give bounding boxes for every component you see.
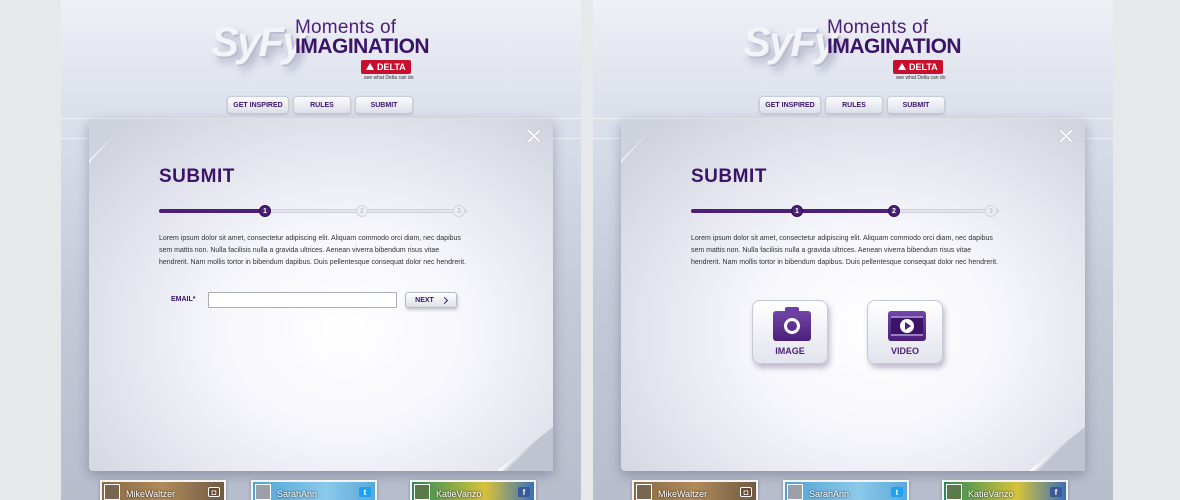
page-title: SUBMIT: [159, 166, 235, 187]
brand-logo: SyFy: [743, 18, 837, 65]
post-author: SarahAnn: [277, 489, 318, 499]
avatar: [104, 484, 120, 500]
next-label: NEXT: [415, 296, 434, 304]
page-curl: [497, 427, 553, 471]
sponsor-badge: DELTA: [361, 60, 411, 74]
facebook-icon: f: [518, 487, 530, 497]
sponsor-tagline: see what Delta can do: [896, 75, 946, 81]
social-post-thumbnail[interactable]: KatieVanzo f: [942, 480, 1068, 500]
facebook-icon: f: [1050, 487, 1062, 497]
submit-panel-step-2: SyFy Moments of IMAGINATION DELTA see wh…: [593, 0, 1113, 500]
instructions-text: Lorem ipsum dolor sit amet, consectetur …: [159, 235, 467, 266]
main-nav: GET INSPIRED RULES SUBMIT: [227, 96, 413, 114]
logo-line-2: IMAGINATION: [827, 35, 962, 58]
post-author: SarahAnn: [809, 489, 850, 499]
social-post-thumbnail[interactable]: KatieVanzo f: [410, 480, 536, 500]
post-author: MikeWaltzer: [658, 489, 708, 499]
nav-rules[interactable]: RULES: [825, 96, 883, 114]
logo[interactable]: SyFy Moments of IMAGINATION DELTA see wh…: [211, 14, 441, 86]
social-post-thumbnail[interactable]: SarahAnn t: [783, 480, 909, 500]
social-post-thumbnail[interactable]: SarahAnn t: [251, 480, 377, 500]
step-indicator-1: 1: [791, 205, 803, 217]
page-curl: [621, 119, 661, 163]
video-label: VIDEO: [890, 346, 919, 356]
instructions-text: Lorem ipsum dolor sit amet, consectetur …: [691, 235, 999, 266]
avatar: [255, 484, 271, 500]
email-field[interactable]: [208, 292, 397, 308]
nav-get-inspired[interactable]: GET INSPIRED: [759, 96, 821, 114]
next-button[interactable]: NEXT: [405, 292, 457, 308]
nav-get-inspired[interactable]: GET INSPIRED: [227, 96, 289, 114]
logo[interactable]: SyFy Moments of IMAGINATION DELTA see wh…: [743, 14, 973, 86]
avatar: [414, 484, 430, 500]
avatar: [946, 484, 962, 500]
post-author: KatieVanzo: [968, 489, 1014, 499]
main-nav: GET INSPIRED RULES SUBMIT: [759, 96, 945, 114]
brand-logo: SyFy: [211, 18, 305, 65]
submit-card: SUBMIT 1 2 3 Lorem ipsum dolor sit amet,…: [89, 119, 553, 471]
post-author: MikeWaltzer: [126, 489, 176, 499]
close-icon[interactable]: [1059, 129, 1073, 143]
camera-icon: [773, 307, 811, 341]
step-progress: 1 2 3: [691, 205, 999, 217]
step-progress: 1 2 3: [159, 205, 467, 217]
instagram-icon: ◘: [208, 487, 220, 497]
logo-line-2: IMAGINATION: [295, 35, 430, 58]
close-icon[interactable]: [527, 129, 541, 143]
twitter-icon: t: [891, 487, 903, 497]
sponsor-badge: DELTA: [893, 60, 943, 74]
image-label: IMAGE: [775, 346, 805, 356]
social-post-thumbnail[interactable]: MikeWaltzer ◘: [100, 480, 226, 500]
twitter-icon: t: [359, 487, 371, 497]
image-upload-button[interactable]: IMAGE: [752, 300, 828, 364]
progress-fill: [159, 209, 265, 213]
step-indicator-3: 3: [985, 205, 997, 217]
instagram-icon: ◘: [740, 487, 752, 497]
post-author: KatieVanzo: [436, 489, 482, 499]
play-icon: [888, 311, 926, 341]
page-title: SUBMIT: [691, 166, 767, 187]
step-indicator-2: 2: [888, 205, 900, 217]
submit-panel-step-1: SyFy Moments of IMAGINATION DELTA see wh…: [61, 0, 581, 500]
avatar: [636, 484, 652, 500]
social-post-thumbnail[interactable]: MikeWaltzer ◘: [632, 480, 758, 500]
nav-submit[interactable]: SUBMIT: [887, 96, 945, 114]
step-indicator-2: 2: [356, 205, 368, 217]
step-indicator-3: 3: [453, 205, 465, 217]
page-curl: [89, 119, 129, 163]
page-curl: [1029, 427, 1085, 471]
sponsor-tagline: see what Delta can do: [364, 75, 414, 81]
chevron-right-icon: [440, 296, 448, 304]
video-upload-button[interactable]: VIDEO: [867, 300, 943, 364]
step-indicator-1: 1: [259, 205, 271, 217]
email-label: EMAIL*: [171, 296, 196, 303]
submit-card: SUBMIT 1 2 3 Lorem ipsum dolor sit amet,…: [621, 119, 1085, 471]
nav-rules[interactable]: RULES: [293, 96, 351, 114]
avatar: [787, 484, 803, 500]
nav-submit[interactable]: SUBMIT: [355, 96, 413, 114]
